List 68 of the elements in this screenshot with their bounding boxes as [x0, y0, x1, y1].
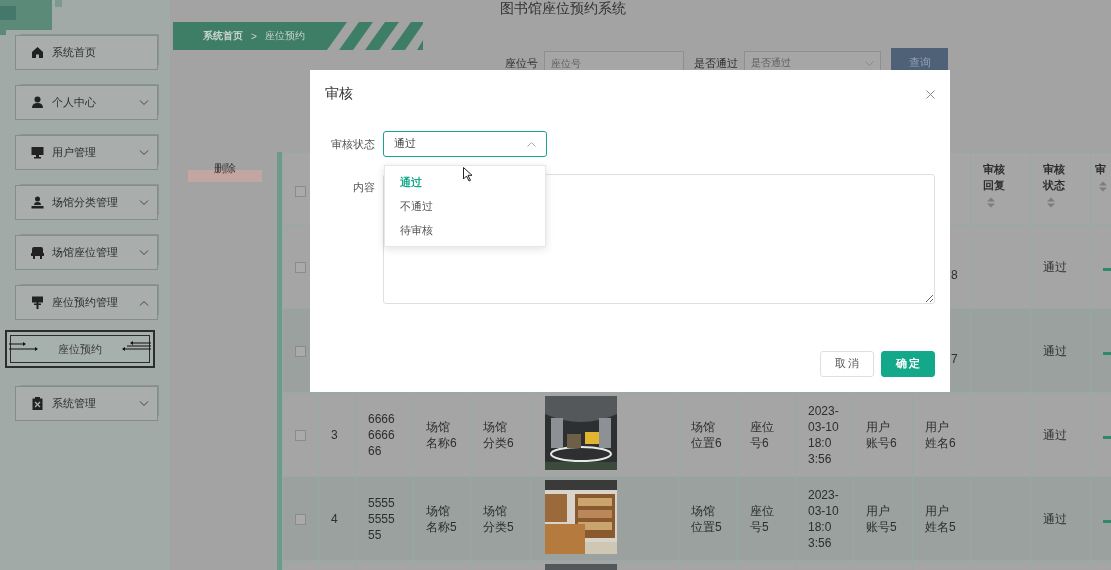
breadcrumb-current: 座位预约: [264, 29, 305, 43]
table-cell: 场馆位置6: [678, 392, 738, 477]
submenu-item[interactable]: 座位预约: [5, 330, 155, 368]
cancel-button[interactable]: 取 消: [820, 351, 874, 377]
link-fragment[interactable]: [1103, 267, 1111, 271]
person-icon: [31, 96, 44, 109]
column-header[interactable]: 审核回复: [983, 161, 1009, 193]
table-cell: 场馆名称5: [413, 476, 471, 561]
menu-item[interactable]: 场馆分类管理: [15, 185, 158, 220]
caret-icon: [865, 60, 874, 66]
select-field[interactable]: 通过: [383, 131, 547, 157]
link-fragment[interactable]: [1103, 519, 1111, 523]
table-cell: 2023-03-10 18:03:56: [795, 392, 854, 477]
table-cell: 通过: [1030, 308, 1091, 393]
dropdown-option[interactable]: 待审核: [385, 218, 545, 242]
checkbox[interactable]: [295, 429, 306, 441]
dropdown-option[interactable]: 不通过: [385, 194, 545, 218]
table-cell: 5555555555: [355, 476, 414, 561]
person-stand-icon: [31, 196, 44, 209]
table-cell: 座位号6: [737, 392, 796, 477]
double-arrow-icon: [121, 340, 151, 354]
table-cell: 通过: [1030, 476, 1091, 561]
menu-item[interactable]: 用户管理: [15, 135, 158, 170]
page-title: 图书馆座位预约系统: [500, 0, 626, 16]
table-cell: 用户账号5: [853, 476, 913, 561]
table-cell: 通过: [1030, 392, 1091, 477]
menu-item[interactable]: 系统管理: [15, 386, 158, 421]
table-cell: 3: [318, 392, 356, 477]
clipboard-icon: [31, 397, 44, 410]
table-cell: 通过: [1030, 224, 1091, 309]
table-cell: 座位号5: [737, 476, 796, 561]
table-cell: 用户姓名5: [912, 476, 971, 561]
checkbox[interactable]: [295, 345, 306, 357]
table-cell: 4: [318, 476, 356, 561]
link-fragment[interactable]: [1103, 435, 1111, 439]
table-cell: 2023-03-10 18:03:56: [795, 476, 854, 561]
seat-icon: [31, 246, 44, 259]
menu-item[interactable]: 系统首页: [15, 35, 158, 70]
menu-item[interactable]: 个人中心: [15, 85, 158, 120]
table-cell: 场馆位置5: [678, 476, 738, 561]
menu-item[interactable]: 场馆座位管理: [15, 235, 158, 270]
dialog-title: 审核: [325, 85, 353, 103]
table-cell: 用户姓名6: [912, 392, 971, 477]
checkbox[interactable]: [295, 186, 306, 198]
double-arrow-icon: [9, 340, 39, 354]
column-header[interactable]: 审: [1095, 161, 1111, 177]
field-label: 座位号: [505, 55, 538, 71]
checkbox[interactable]: [295, 513, 306, 525]
signpost-icon: [31, 296, 44, 309]
table-cell: 用户账号6: [853, 392, 913, 477]
link-fragment[interactable]: [1103, 351, 1111, 355]
field-label: 是否通过: [694, 55, 738, 71]
table-cell: 6666666666: [355, 392, 414, 477]
column-header[interactable]: 审核状态: [1043, 161, 1069, 193]
breadcrumb-link[interactable]: 系统首页: [203, 29, 243, 43]
form-label: 审核状态: [330, 137, 375, 152]
delete-button[interactable]: 删除: [188, 160, 262, 182]
close-icon[interactable]: [926, 89, 935, 99]
checkbox[interactable]: [295, 261, 306, 273]
table-cell: 场馆分类5: [470, 476, 531, 561]
table-cell: 场馆名称6: [413, 392, 471, 477]
form-label: 内容: [352, 180, 375, 195]
monitor-icon: [31, 146, 44, 159]
home-icon: [31, 46, 44, 59]
menu-item[interactable]: 座位预约管理: [15, 285, 158, 320]
table-cell: 场馆分类6: [470, 392, 531, 477]
breadcrumb-separator: >: [251, 30, 257, 42]
decoration-drawing: [0, 0, 62, 35]
